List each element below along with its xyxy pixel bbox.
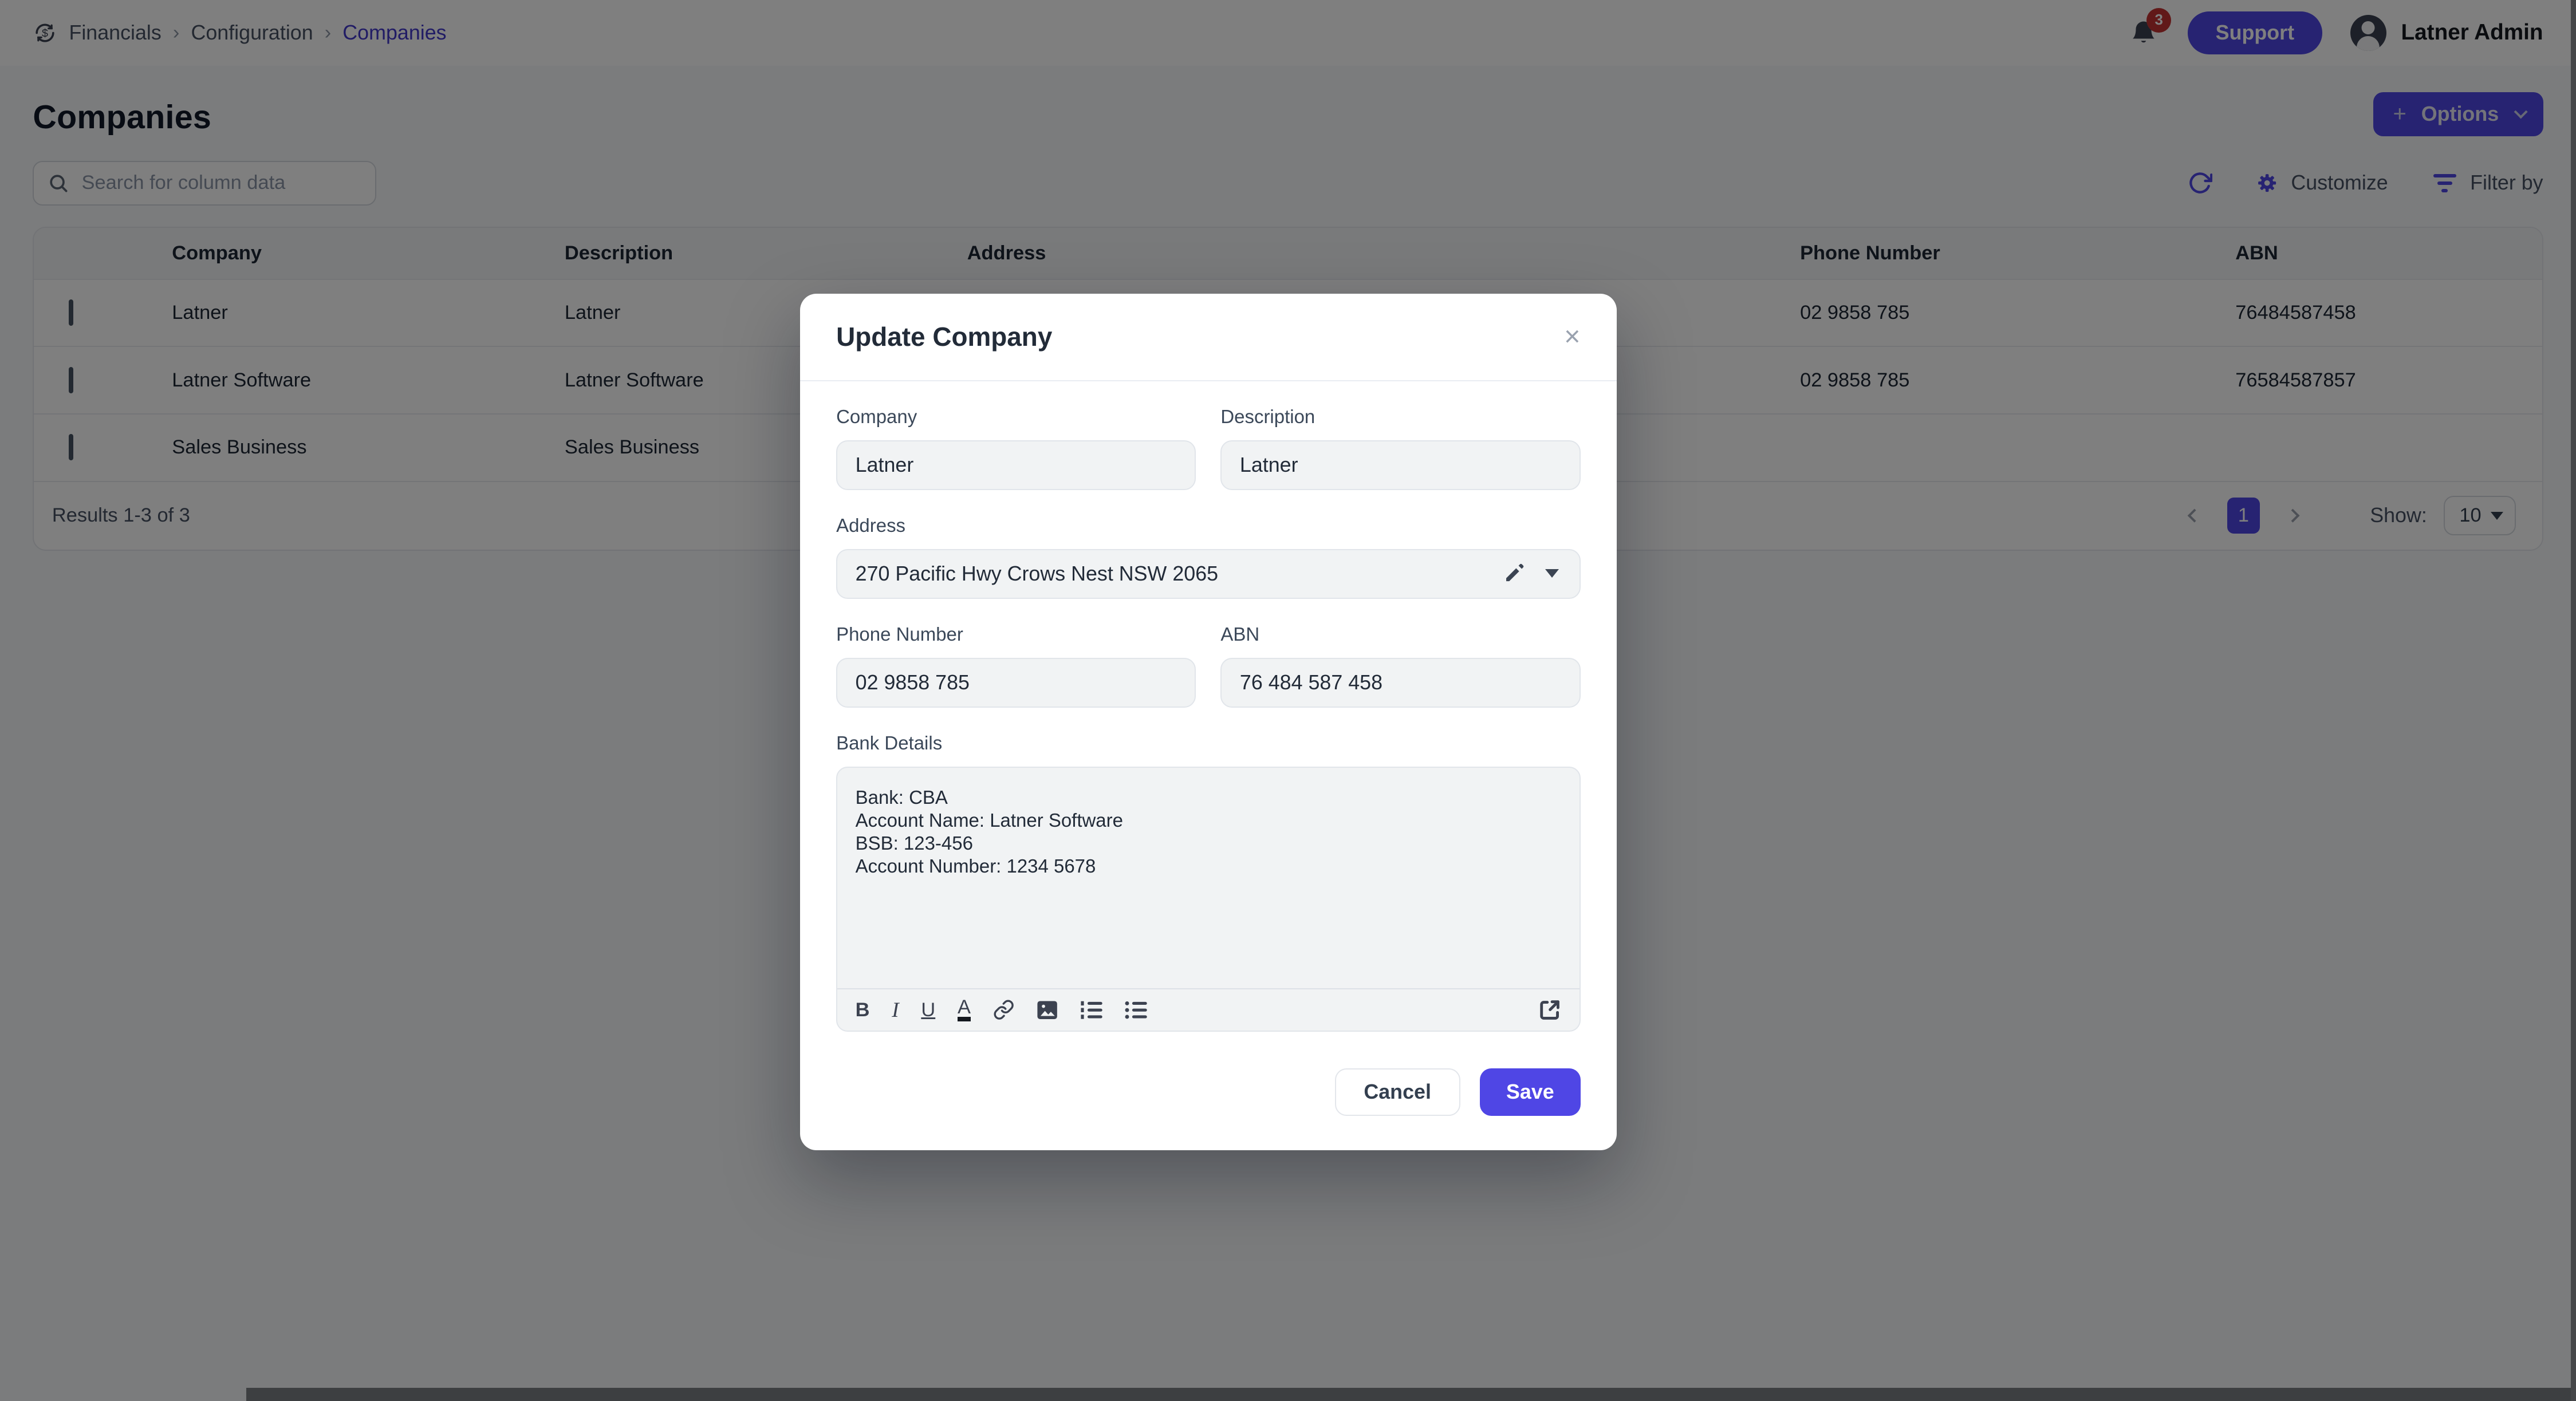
insert-image-icon[interactable] (1037, 1000, 1058, 1020)
bank-line: BSB: 123-456 (856, 832, 1561, 855)
bank-line: Account Number: 1234 5678 (856, 855, 1561, 878)
address-select[interactable] (836, 549, 1581, 598)
address-field[interactable] (836, 549, 1581, 598)
bank-details-label: Bank Details (836, 732, 1581, 754)
address-label: Address (836, 515, 1581, 536)
caret-down-icon[interactable] (1545, 569, 1559, 578)
bullet-list-icon[interactable] (1125, 1000, 1148, 1020)
description-label: Description (1220, 406, 1580, 428)
close-icon[interactable]: × (1564, 323, 1580, 351)
description-field[interactable] (1220, 440, 1580, 490)
bank-details-editor: Bank: CBA Account Name: Latner Software … (836, 767, 1581, 1032)
abn-field[interactable] (1220, 658, 1580, 707)
phone-field[interactable] (836, 658, 1196, 707)
ordered-list-icon[interactable] (1080, 1000, 1103, 1020)
update-company-modal: Update Company × Company Description Add… (800, 294, 1617, 1150)
cancel-button[interactable]: Cancel (1335, 1068, 1460, 1116)
richtext-toolbar: B I U A (837, 988, 1580, 1031)
edit-address-pencil-icon[interactable] (1503, 561, 1526, 584)
company-field[interactable] (836, 440, 1196, 490)
modal-title: Update Company (836, 321, 1052, 352)
link-icon[interactable] (993, 999, 1014, 1020)
italic-icon[interactable]: I (892, 998, 899, 1023)
company-label: Company (836, 406, 1196, 428)
bold-icon[interactable]: B (856, 999, 870, 1021)
text-color-icon[interactable]: A (958, 999, 971, 1021)
abn-label: ABN (1220, 623, 1580, 645)
bank-line: Account Name: Latner Software (856, 809, 1561, 832)
bank-line: Bank: CBA (856, 786, 1561, 809)
app-screen: $ Financials › Configuration › Companies… (0, 0, 2576, 1401)
underline-icon[interactable]: U (921, 999, 935, 1021)
expand-editor-icon[interactable] (1538, 999, 1561, 1021)
save-button[interactable]: Save (1480, 1068, 1581, 1116)
bank-details-textarea[interactable]: Bank: CBA Account Name: Latner Software … (837, 768, 1580, 988)
phone-label: Phone Number (836, 623, 1196, 645)
